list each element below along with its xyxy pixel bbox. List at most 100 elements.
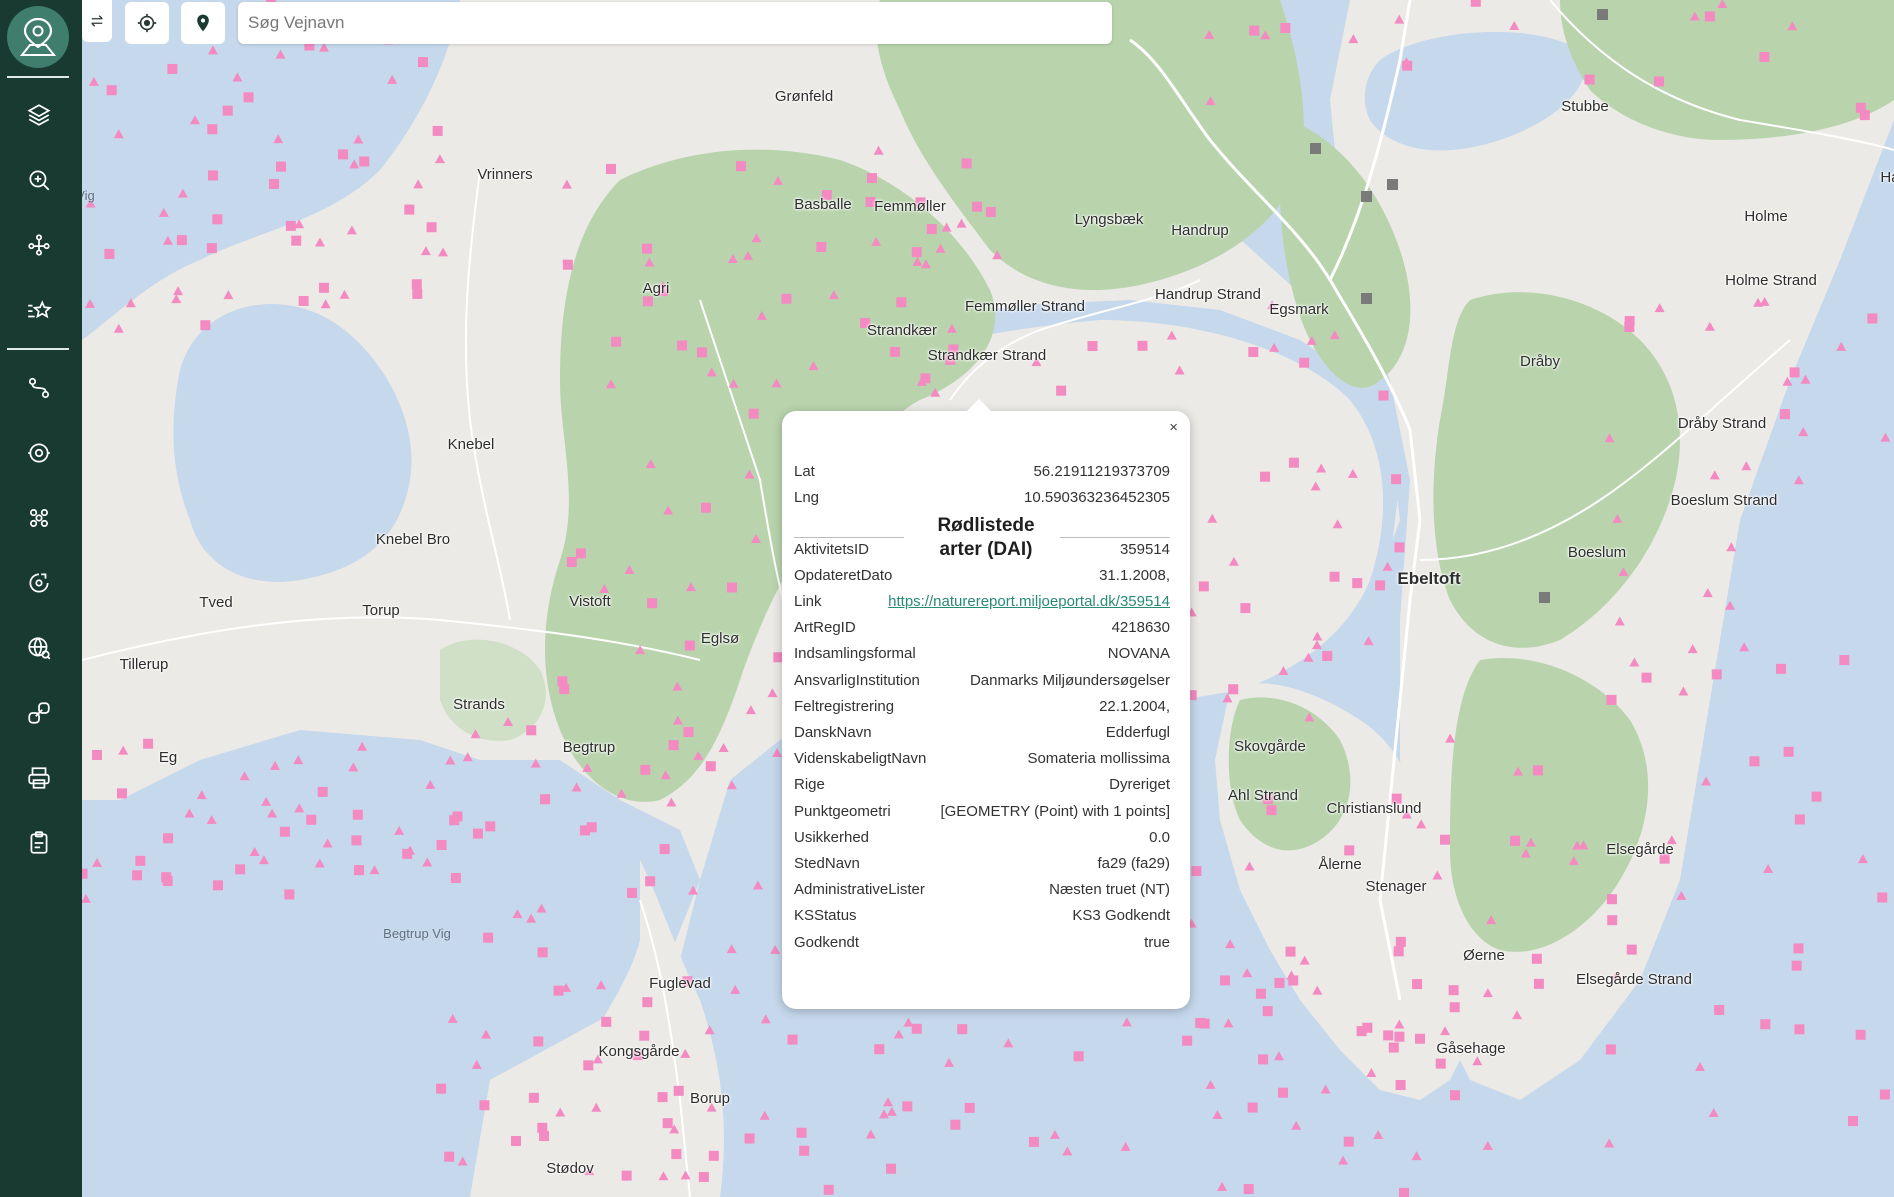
marker-square[interactable] [611,336,622,347]
marker-square[interactable] [1470,0,1481,7]
collapse-button[interactable] [82,0,112,42]
marker-triangle[interactable] [759,1110,770,1120]
link-icon[interactable] [21,695,57,731]
marker-square[interactable] [426,222,437,233]
marker-square[interactable] [799,1145,810,1156]
marker-square[interactable] [1794,814,1805,825]
locate-button[interactable] [125,2,169,44]
marker-square[interactable] [696,347,707,358]
marker-square[interactable] [1191,866,1202,877]
marker-square[interactable] [961,158,972,169]
network-nodes-icon[interactable] [21,227,57,263]
marker-square[interactable] [1653,76,1664,87]
marker-square[interactable] [647,598,658,609]
marker-square[interactable] [727,582,738,593]
marker-square[interactable] [586,822,597,833]
marker-square[interactable] [485,821,496,832]
marker-square[interactable] [162,876,173,887]
marker-triangle[interactable] [726,944,737,954]
marker-square[interactable] [1329,571,1340,582]
marker-square[interactable] [1394,542,1405,553]
marker-square[interactable] [705,761,716,772]
marker-square[interactable] [1243,1184,1254,1195]
marker-square[interactable] [642,243,653,254]
marker-square[interactable] [957,1024,968,1035]
marker-square[interactable] [1448,985,1459,996]
marker-square[interactable] [176,235,187,246]
marker-square[interactable] [1352,578,1363,589]
marker-square[interactable] [1394,1031,1405,1042]
marker-square[interactable] [1228,684,1239,695]
marker-square[interactable] [167,63,178,74]
marker-square[interactable] [540,794,551,805]
marker-square[interactable] [902,1101,913,1112]
close-icon[interactable]: × [1169,419,1178,436]
marker-square[interactable] [1388,1042,1399,1053]
marker-square[interactable] [964,1102,975,1113]
marker-square[interactable] [1299,357,1310,368]
marker-square[interactable] [1439,834,1450,845]
marker-square[interactable] [1199,1018,1210,1029]
marker-grey-square[interactable] [1361,293,1372,304]
marker-triangle[interactable] [760,1014,771,1024]
marker-square[interactable] [1624,322,1635,333]
marker-square[interactable] [528,1092,539,1103]
marker-square[interactable] [135,855,146,866]
marker-square[interactable] [269,178,280,189]
marker-square[interactable] [684,640,695,651]
marker-square[interactable] [621,1170,632,1181]
marker-square[interactable] [1791,960,1802,971]
marker-square[interactable] [235,864,246,875]
marker-square[interactable] [671,1149,682,1160]
marker-square[interactable] [1137,340,1148,351]
search-input[interactable] [246,2,1070,44]
marker-square[interactable] [1402,60,1413,71]
marker-square[interactable] [911,1023,922,1034]
marker-square[interactable] [1285,946,1296,957]
marker-square[interactable] [645,876,656,887]
marker-square[interactable] [291,235,302,246]
marker-square[interactable] [276,161,287,172]
marker-square[interactable] [1344,845,1355,856]
target-cycle-icon[interactable] [21,435,57,471]
marker-square[interactable] [279,826,290,837]
marker-square[interactable] [412,288,423,299]
marker-square[interactable] [163,833,174,844]
marker-square[interactable] [1375,580,1386,591]
marker-square[interactable] [1532,765,1543,776]
marker-square[interactable] [735,161,746,172]
marker-square[interactable] [1414,1033,1425,1044]
marker-square[interactable] [1391,474,1402,485]
marker-square[interactable] [404,204,415,215]
print-icon[interactable] [21,760,57,796]
marker-square[interactable] [1848,1116,1859,1127]
marker-triangle[interactable] [752,880,763,890]
marker-triangle[interactable] [1739,642,1750,652]
marker-square[interactable] [1711,669,1722,680]
marker-square[interactable] [318,282,329,293]
marker-square[interactable] [206,243,217,254]
marker-square[interactable] [1714,1004,1725,1015]
marker-square[interactable] [472,828,483,839]
marker-square[interactable] [1274,977,1285,988]
marker-square[interactable] [642,296,653,307]
marker-square[interactable] [1749,756,1760,767]
marker-square[interactable] [874,1044,885,1055]
map-pin-logo-icon[interactable] [7,6,69,68]
marker-square[interactable] [1258,1054,1269,1065]
marker-square[interactable] [673,1085,684,1096]
marker-square[interactable] [1262,1006,1273,1017]
marker-square[interactable] [1760,1019,1771,1030]
marker-square[interactable] [104,248,115,259]
marker-square[interactable] [950,1119,961,1130]
marker-square[interactable] [639,1030,650,1041]
marker-square[interactable] [483,932,494,943]
marker-square[interactable] [787,1034,798,1045]
marker-square[interactable] [444,1151,455,1162]
marker-square[interactable] [1879,1089,1890,1100]
marker-grey-square[interactable] [1387,179,1398,190]
marker-square[interactable] [539,1130,550,1141]
marker-square[interactable] [537,947,548,958]
marker-square[interactable] [285,220,296,231]
marker-square[interactable] [1855,1029,1866,1040]
